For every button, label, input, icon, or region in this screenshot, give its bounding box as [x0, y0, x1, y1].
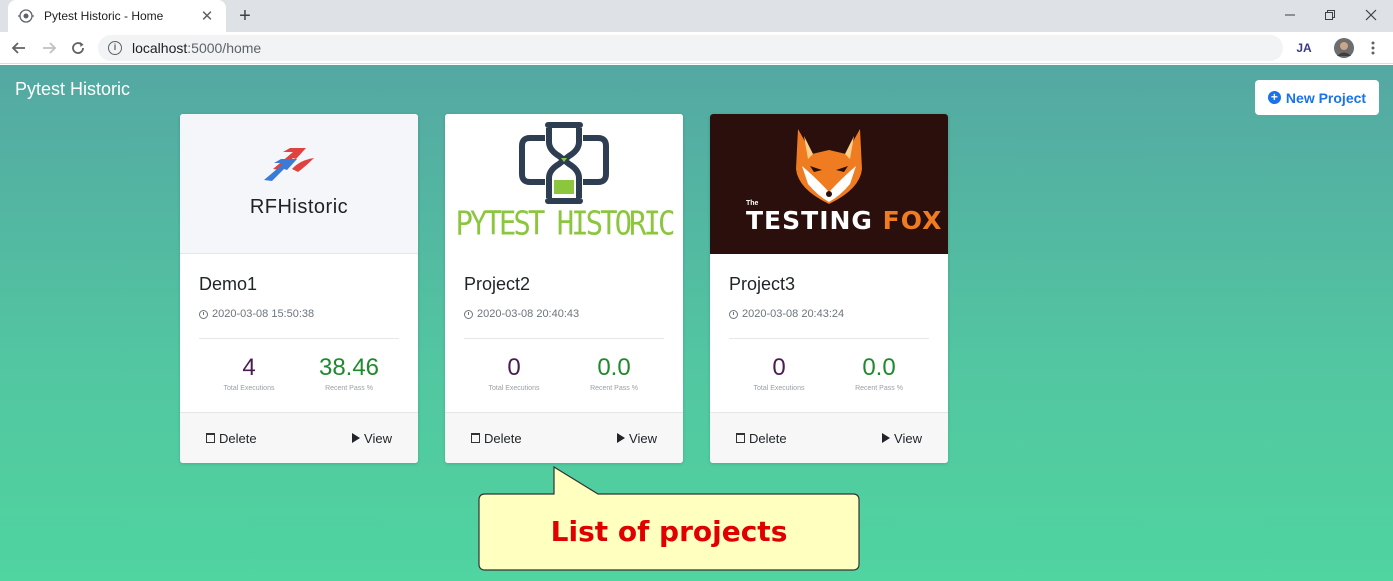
recent-pass-label: Recent Pass % [855, 385, 903, 392]
url-path: :5000/home [187, 40, 262, 56]
stat-total-executions: 0 Total Executions [729, 354, 829, 392]
total-executions-label: Total Executions [488, 385, 540, 392]
project-logo: RFHistoric [180, 114, 418, 254]
view-label: View [894, 430, 922, 446]
trash-icon [471, 433, 480, 443]
stat-recent-pass: 38.46 Recent Pass % [299, 354, 399, 392]
url-text: localhost:5000/home [132, 40, 261, 56]
delete-label: Delete [484, 430, 522, 446]
play-icon [352, 433, 361, 443]
browser-tab[interactable]: Pytest Historic - Home ✕ [8, 0, 226, 32]
delete-button[interactable]: Delete [471, 431, 522, 446]
forward-arrow-icon[interactable] [37, 36, 61, 60]
tab-title: Pytest Historic - Home [44, 9, 164, 23]
logo-text-b: FOX [882, 206, 943, 235]
divider [729, 338, 929, 339]
browser-menu-icon[interactable] [1366, 38, 1380, 58]
total-executions-value: 0 [507, 354, 521, 381]
project-date-text: 2020-03-08 15:50:38 [212, 308, 315, 320]
logo-text-a: TESTING [746, 206, 873, 235]
new-project-label: New Project [1285, 89, 1367, 106]
plus-circle-icon: + [1267, 91, 1281, 104]
view-label: View [364, 430, 392, 446]
recent-pass-value: 0.0 [597, 354, 631, 381]
profile-avatar[interactable] [1334, 38, 1354, 58]
logo-text: TESTING FOX [746, 206, 942, 235]
project-date-text: 2020-03-08 20:40:43 [477, 308, 580, 320]
clock-icon [464, 309, 473, 319]
minimize-icon[interactable] [1268, 0, 1312, 30]
delete-button[interactable]: Delete [736, 431, 787, 446]
restore-icon[interactable] [1308, 0, 1352, 30]
view-button[interactable]: View [882, 431, 922, 446]
card-footer: Delete View [445, 412, 683, 463]
clock-icon [729, 309, 738, 319]
view-label: View [629, 430, 657, 446]
card-footer: Delete View [710, 412, 948, 463]
logo-text: PYTEST HISTORIC [455, 203, 676, 243]
delete-label: Delete [219, 430, 257, 446]
project-date: 2020-03-08 20:43:24 [729, 308, 929, 320]
project-date-text: 2020-03-08 20:43:24 [742, 308, 845, 320]
view-button[interactable]: View [617, 431, 657, 446]
project-logo: The TESTING FOX [710, 114, 948, 254]
project-stats: 0 Total Executions 0.0 Recent Pass % [729, 354, 929, 392]
recent-pass-value: 0.0 [862, 354, 896, 381]
project-stats: 0 Total Executions 0.0 Recent Pass % [464, 354, 664, 392]
view-button[interactable]: View [352, 431, 392, 446]
delete-label: Delete [749, 430, 787, 446]
site-favicon-icon [18, 8, 34, 24]
project-name: Demo1 [199, 274, 258, 294]
annotation-callout: List of projects [477, 466, 861, 572]
back-arrow-icon[interactable] [7, 36, 31, 60]
delete-button[interactable]: Delete [206, 431, 257, 446]
card-footer: Delete View [180, 412, 418, 463]
clock-icon [199, 309, 208, 319]
play-icon [617, 433, 626, 443]
stat-total-executions: 4 Total Executions [199, 354, 299, 392]
stat-recent-pass: 0.0 Recent Pass % [564, 354, 664, 392]
divider [199, 338, 399, 339]
total-executions-value: 0 [772, 354, 786, 381]
total-executions-value: 4 [242, 354, 256, 381]
callout-text: List of projects [550, 515, 788, 548]
new-project-button[interactable]: + New Project [1255, 80, 1379, 115]
recent-pass-value: 38.46 [318, 354, 380, 381]
play-icon [882, 433, 891, 443]
browser-tab-bar: Pytest Historic - Home ✕ + [0, 0, 1393, 32]
project-date: 2020-03-08 20:40:43 [464, 308, 664, 320]
close-window-icon[interactable] [1349, 0, 1393, 30]
total-executions-label: Total Executions [223, 385, 275, 392]
extension-ja-icon[interactable]: JA [1294, 38, 1314, 58]
project-logo: PYTEST HISTORIC [445, 114, 683, 254]
total-executions-label: Total Executions [753, 385, 805, 392]
stat-recent-pass: 0.0 Recent Pass % [829, 354, 929, 392]
project-name: Project3 [729, 274, 796, 294]
project-card: PYTEST HISTORIC Project2 2020-03-08 20:4… [445, 114, 683, 463]
project-card: RFHistoric Demo1 2020-03-08 15:50:38 4 T… [180, 114, 418, 463]
browser-toolbar: i localhost:5000/home [0, 32, 1393, 86]
divider [464, 338, 664, 339]
logo-text: RFHistoric [249, 196, 349, 218]
project-stats: 4 Total Executions 38.46 Recent Pass % [199, 354, 399, 392]
project-date: 2020-03-08 15:50:38 [199, 308, 399, 320]
reload-icon[interactable] [66, 36, 90, 60]
recent-pass-label: Recent Pass % [325, 385, 373, 392]
project-card: The TESTING FOX Project3 2020-03-08 20:4… [710, 114, 948, 463]
site-info-icon[interactable]: i [108, 41, 122, 55]
trash-icon [206, 433, 215, 443]
tab-close-icon[interactable]: ✕ [198, 7, 216, 25]
project-name: Project2 [464, 274, 531, 294]
address-bar[interactable]: i localhost:5000/home [98, 35, 1283, 61]
trash-icon [736, 433, 745, 443]
new-tab-button[interactable]: + [234, 5, 256, 27]
url-host: localhost [132, 40, 188, 56]
recent-pass-label: Recent Pass % [590, 385, 638, 392]
app-brand[interactable]: Pytest Historic [15, 79, 130, 100]
stat-total-executions: 0 Total Executions [464, 354, 564, 392]
